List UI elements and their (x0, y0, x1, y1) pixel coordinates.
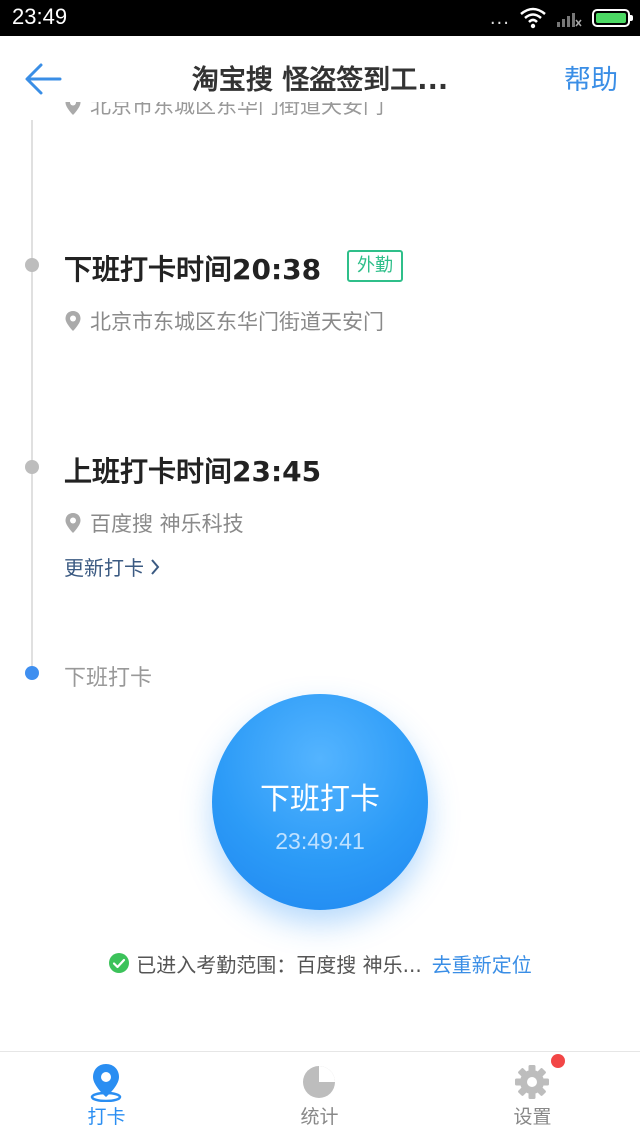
status-icons: ... (489, 6, 633, 30)
record-address-text: 北京市东城区东华门街道天安门 (90, 310, 384, 334)
range-status: 已进入考勤范围：百度搜 神乐... 去重新定位 (0, 948, 640, 978)
location-pin-icon (65, 311, 81, 331)
wifi-icon (520, 7, 546, 29)
relocate-link[interactable]: 去重新定位 (432, 949, 532, 978)
partial-record-address: 北京市东城区东华门街道天安门 (64, 102, 384, 130)
location-pin-icon (65, 513, 81, 533)
location-pin-icon (90, 1064, 122, 1102)
field-work-badge: 外勤 (347, 250, 403, 282)
record-address: 百度搜 神乐科技 (64, 508, 244, 538)
update-checkin-link[interactable]: 更新打卡 (64, 552, 160, 581)
check-circle-icon (109, 953, 130, 973)
pie-chart-icon (303, 1066, 335, 1098)
signal-icon (557, 13, 582, 27)
tab-label: 打卡 (87, 1106, 126, 1128)
pending-checkin-label: 下班打卡 (64, 666, 153, 691)
record-address: 北京市东城区东华门街道天安门 (64, 306, 384, 336)
status-bar: 23:49 ... (0, 0, 640, 36)
timeline-line (31, 120, 33, 668)
range-status-text: 已进入考勤范围：百度搜 神乐... (136, 952, 422, 977)
status-more-dots: ... (489, 7, 510, 29)
chevron-right-icon (151, 558, 160, 575)
gear-icon (515, 1065, 549, 1099)
update-checkin-label: 更新打卡 (64, 556, 144, 580)
tab-label: 设置 (513, 1106, 552, 1128)
record-title: 下班打卡时间20:38 (64, 253, 322, 286)
page-title: 淘宝搜 怪盗签到工... (191, 65, 449, 96)
checkin-clock: 23:49:41 (275, 828, 365, 854)
status-time: 23:49 (12, 4, 68, 29)
tab-label: 统计 (300, 1106, 339, 1128)
checkin-button[interactable]: 下班打卡 23:49:41 (212, 694, 428, 910)
location-pin-icon (65, 102, 81, 115)
checkin-button-label: 下班打卡 (260, 782, 380, 817)
record-title: 上班打卡时间23:45 (64, 455, 322, 488)
tab-checkin[interactable]: 打卡 (0, 1052, 213, 1139)
battery-icon (592, 9, 633, 27)
tab-settings[interactable]: 设置 (426, 1052, 639, 1139)
record-address-text: 百度搜 神乐科技 (90, 512, 244, 536)
back-arrow-icon[interactable] (22, 58, 64, 100)
timeline-dot-current (25, 666, 39, 680)
timeline-dot (25, 258, 39, 272)
help-link[interactable]: 帮助 (564, 58, 618, 97)
partial-address-text: 北京市东城区东华门街道天安门 (90, 102, 384, 118)
notification-badge (551, 1054, 565, 1068)
timeline-dot (25, 460, 39, 474)
bottom-tab-bar: 打卡 统计 设置 (0, 1051, 640, 1138)
tab-statistics[interactable]: 统计 (213, 1052, 426, 1139)
